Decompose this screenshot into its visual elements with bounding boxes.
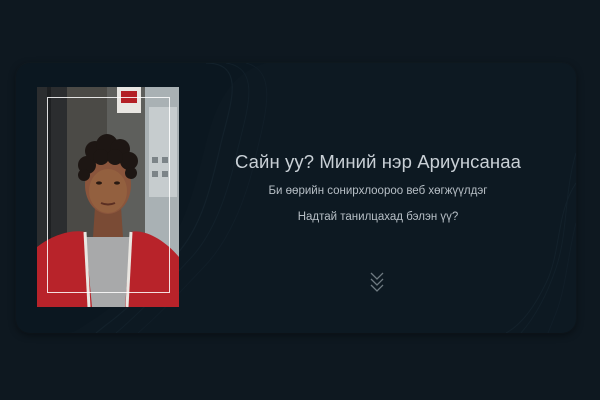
chevron-double-down-icon [370, 272, 384, 292]
hero-text: Сайн уу? Миний нэр Ариунсанаа Би өөрийн … [220, 150, 536, 224]
greeting-heading: Сайн уу? Миний нэр Ариунсанаа [235, 151, 521, 172]
intro-line: Би өөрийн сонирхлоороо веб хөгжүүлдэг [268, 185, 488, 197]
scroll-down-button[interactable] [368, 270, 386, 294]
page: Сайн уу? Миний нэр Ариунсанаа Би өөрийн … [0, 0, 600, 400]
photo-frame [47, 97, 170, 293]
invite-line: Надтай танилцахад бэлэн үү? [297, 211, 459, 223]
